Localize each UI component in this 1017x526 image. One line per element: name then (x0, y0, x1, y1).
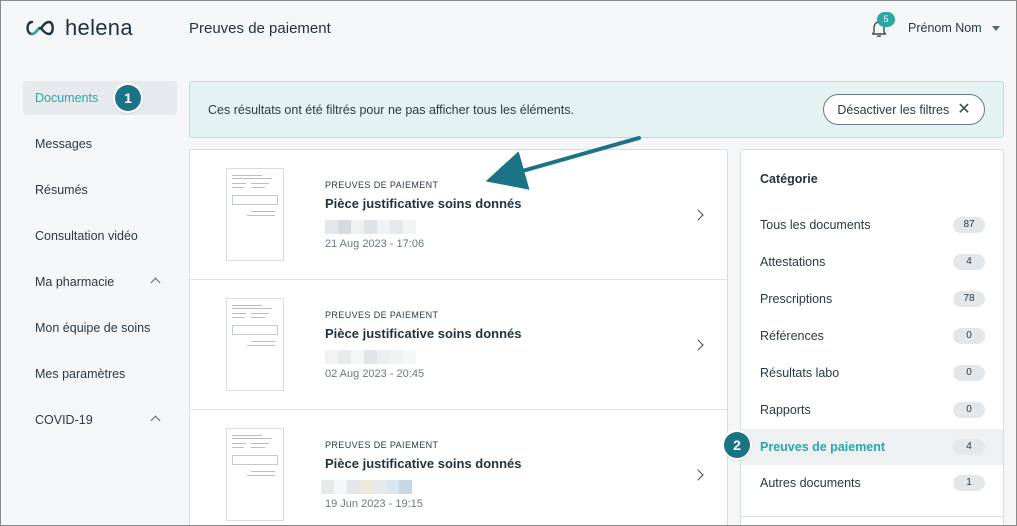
redacted-text (325, 220, 416, 234)
sidebar-item-label: Ma pharmacie (35, 275, 115, 289)
category-label: Références (760, 329, 824, 343)
sidebar-item-ma-pharmacie[interactable]: Ma pharmacie (23, 265, 177, 299)
sidebar: Documents Messages Résumés Consultation … (23, 81, 177, 449)
category-count-badge: 87 (953, 217, 985, 233)
caret-down-icon[interactable] (992, 26, 1000, 31)
close-icon: ✕ (957, 100, 971, 118)
redacted-text (321, 480, 412, 494)
document-title: Pièce justificative soins donnés (325, 456, 522, 471)
sidebar-item-consultation-video[interactable]: Consultation vidéo (23, 219, 177, 253)
list-item[interactable]: PREUVES DE PAIEMENT Pièce justificative … (190, 280, 727, 410)
category-label: Prescriptions (760, 292, 833, 306)
document-list: PREUVES DE PAIEMENT Pièce justificative … (189, 149, 728, 525)
category-filter-panel: Catégorie Tous les documents 87 Attestat… (740, 149, 1004, 525)
app-window: helena Preuves de paiement 5 Prénom Nom … (0, 0, 1017, 526)
sidebar-item-label: Consultation vidéo (35, 229, 138, 243)
category-item-prescriptions[interactable]: Prescriptions 78 (741, 281, 1003, 317)
chevron-right-icon (692, 339, 704, 351)
disable-filters-label: Désactiver les filtres (837, 102, 950, 117)
chevron-right-icon (692, 209, 704, 221)
category-count-badge: 1 (953, 475, 985, 491)
list-item[interactable]: PREUVES DE PAIEMENT Pièce justificative … (190, 410, 727, 525)
document-category: PREUVES DE PAIEMENT (325, 180, 439, 190)
category-count-badge: 4 (953, 439, 985, 455)
category-count-badge: 4 (953, 254, 985, 270)
top-bar: helena Preuves de paiement 5 Prénom Nom (1, 1, 1016, 57)
sidebar-item-label: Mes paramètres (35, 367, 126, 381)
logo-text: helena (65, 15, 133, 40)
category-count-badge: 0 (953, 402, 985, 418)
category-count-badge: 0 (953, 328, 985, 344)
category-item-autres-documents[interactable]: Autres documents 1 (741, 465, 1003, 501)
document-category: PREUVES DE PAIEMENT (325, 440, 439, 450)
sidebar-item-equipe-de-soins[interactable]: Mon équipe de soins (23, 311, 177, 345)
list-item[interactable]: PREUVES DE PAIEMENT Pièce justificative … (190, 150, 727, 280)
document-date: 19 Jun 2023 - 19:15 (325, 498, 423, 510)
filter-message: Ces résultats ont été filtrés pour ne pa… (208, 103, 574, 117)
category-label: Autres documents (760, 476, 861, 490)
document-title: Pièce justificative soins donnés (325, 196, 522, 211)
redacted-text (325, 350, 416, 364)
chevron-right-icon (692, 469, 704, 481)
category-label: Résultats labo (760, 366, 840, 380)
category-item-rapports[interactable]: Rapports 0 (741, 392, 1003, 428)
sidebar-item-messages[interactable]: Messages (23, 127, 177, 161)
document-title: Pièce justificative soins donnés (325, 326, 522, 341)
document-thumbnail (226, 428, 284, 521)
category-label: Attestations (760, 255, 826, 269)
category-count-badge: 0 (953, 365, 985, 381)
category-count-badge: 78 (953, 291, 985, 307)
page-title: Preuves de paiement (189, 20, 331, 37)
category-item-tous-les-documents[interactable]: Tous les documents 87 (741, 207, 1003, 243)
category-item-resultats-labo[interactable]: Résultats labo 0 (741, 355, 1003, 391)
category-item-attestations[interactable]: Attestations 4 (741, 244, 1003, 280)
user-menu[interactable]: Prénom Nom (908, 21, 982, 35)
category-item-preuves-de-paiement[interactable]: Preuves de paiement 4 (741, 429, 1003, 465)
sidebar-item-label: Résumés (35, 183, 88, 197)
sidebar-item-covid-19[interactable]: COVID-19 (23, 403, 177, 437)
sidebar-item-label: Documents (35, 91, 99, 105)
category-label: Rapports (760, 403, 811, 417)
annotation-step-2: 2 (724, 432, 750, 458)
sidebar-item-label: COVID-19 (35, 413, 93, 427)
divider (741, 516, 1003, 517)
document-date: 21 Aug 2023 - 17:06 (325, 238, 425, 250)
sidebar-item-documents[interactable]: Documents (23, 81, 177, 115)
sidebar-item-label: Messages (35, 137, 92, 151)
category-item-references[interactable]: Références 0 (741, 318, 1003, 354)
document-category: PREUVES DE PAIEMENT (325, 310, 439, 320)
helena-logo[interactable]: helena (23, 15, 133, 41)
category-heading: Catégorie (760, 172, 818, 186)
chevron-up-icon (150, 415, 161, 426)
document-thumbnail (226, 168, 284, 261)
filter-banner: Ces résultats ont été filtrés pour ne pa… (189, 81, 1004, 138)
annotation-step-1: 1 (115, 85, 141, 111)
category-label: Preuves de paiement (760, 440, 886, 454)
infinity-logo-icon (26, 20, 54, 36)
disable-filters-button[interactable]: Désactiver les filtres ✕ (823, 94, 985, 125)
document-date: 02 Aug 2023 - 20:45 (325, 368, 425, 380)
sidebar-item-resumes[interactable]: Résumés (23, 173, 177, 207)
document-thumbnail (226, 298, 284, 391)
sidebar-item-parametres[interactable]: Mes paramètres (23, 357, 177, 391)
sidebar-item-label: Mon équipe de soins (35, 321, 151, 335)
notification-badge: 5 (877, 12, 895, 27)
category-label: Tous les documents (760, 218, 871, 232)
chevron-up-icon (150, 277, 161, 288)
